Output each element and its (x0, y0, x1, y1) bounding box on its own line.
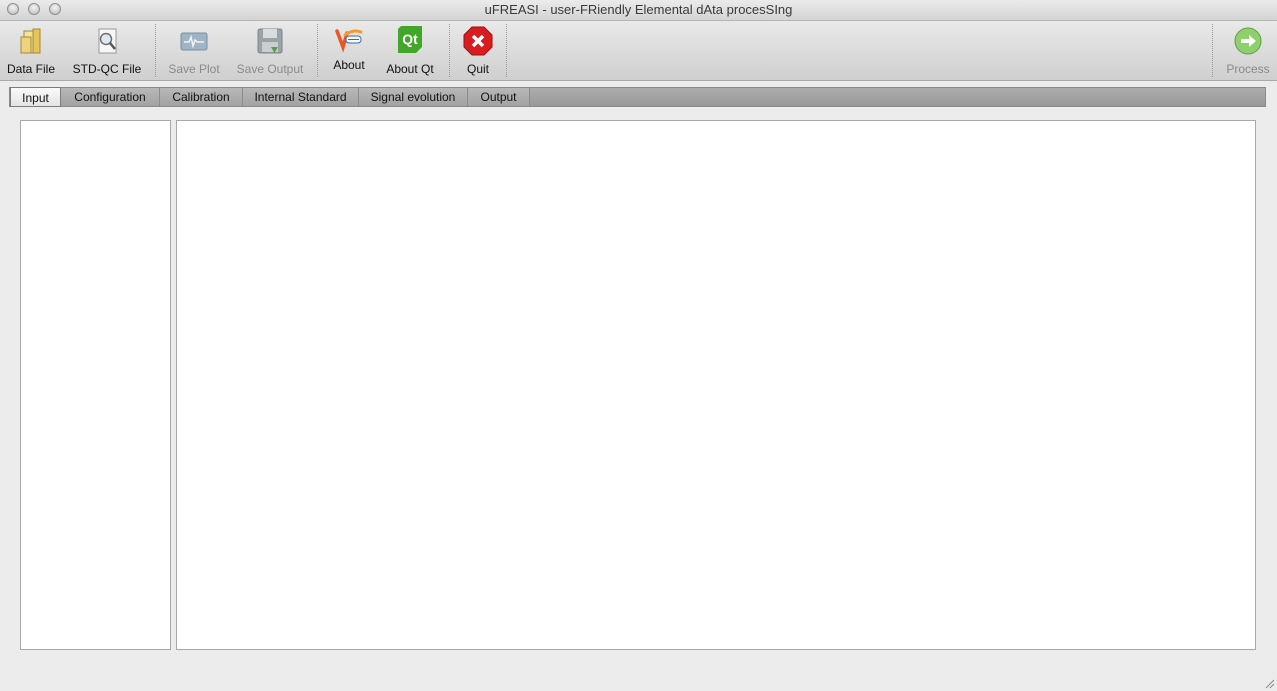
quit-button[interactable]: Quit (457, 21, 499, 80)
tab-input[interactable]: Input (10, 87, 61, 107)
tab-bar: Input Configuration Calibration Internal… (9, 87, 1266, 107)
quit-label: Quit (466, 62, 489, 76)
app-logo-icon (335, 29, 363, 53)
tab-signal-evolution[interactable]: Signal evolution (359, 88, 468, 106)
waveform-monitor-icon (180, 32, 208, 51)
data-file-button[interactable]: Data File (0, 21, 62, 80)
process-label: Process (1226, 62, 1270, 76)
toolbar-separator (506, 24, 507, 77)
about-button[interactable]: About (326, 21, 372, 80)
save-plot-button[interactable]: Save Plot (163, 21, 225, 80)
folder-file-icon (20, 28, 41, 54)
about-label: About (333, 58, 365, 72)
resize-grip-icon[interactable] (1265, 679, 1275, 689)
toolbar-separator (317, 24, 318, 77)
arrow-right-circle-icon (1234, 27, 1262, 55)
process-button[interactable]: Process (1222, 21, 1274, 80)
std-qc-file-label: STD-QC File (72, 62, 142, 76)
qt-logo-text: Qt (402, 31, 418, 47)
tab-internal-standard[interactable]: Internal Standard (243, 88, 359, 106)
main-toolbar: Data File STD-QC File Save Plot Save Out… (0, 21, 1277, 81)
floppy-disk-icon (257, 28, 283, 54)
main-view-panel[interactable] (176, 120, 1256, 650)
toolbar-separator (1212, 24, 1213, 77)
toolbar-separator (155, 24, 156, 77)
save-plot-label: Save Plot (168, 62, 220, 76)
std-qc-file-button[interactable]: STD-QC File (66, 21, 148, 80)
tab-calibration[interactable]: Calibration (160, 88, 243, 106)
tab-configuration[interactable]: Configuration (61, 88, 160, 106)
about-qt-button[interactable]: Qt About Qt (380, 21, 440, 80)
save-output-button[interactable]: Save Output (232, 21, 308, 80)
file-list-panel[interactable] (20, 120, 171, 650)
data-file-label: Data File (6, 62, 56, 76)
toolbar-separator (449, 24, 450, 77)
qt-logo-icon: Qt (398, 26, 422, 53)
tab-output[interactable]: Output (468, 88, 530, 106)
about-qt-label: About Qt (386, 62, 434, 76)
stop-icon (463, 26, 493, 56)
magnifier-document-icon (98, 28, 117, 54)
save-output-label: Save Output (236, 62, 304, 76)
window-title: uFREASI - user-FRiendly Elemental dAta p… (484, 2, 793, 17)
window-titlebar: uFREASI - user-FRiendly Elemental dAta p… (0, 0, 1277, 21)
